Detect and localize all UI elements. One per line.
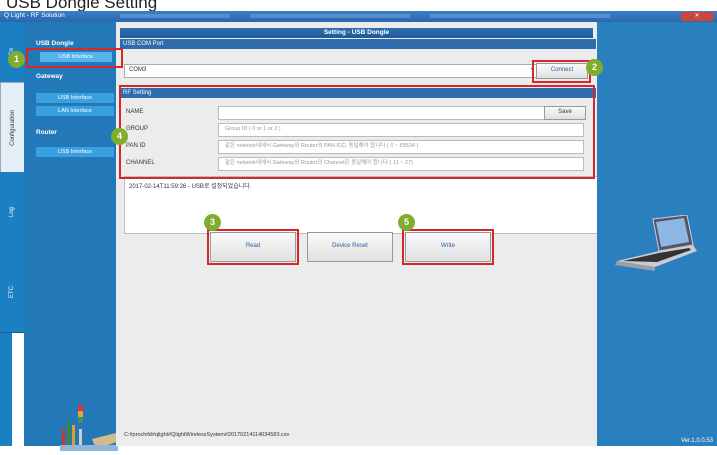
tab-label: Configuration [10,110,16,146]
version-label: Ver.1.0.0.53 [680,438,713,444]
com-port-value: COM3 [129,67,147,73]
signal-tower-picture [60,405,120,451]
com-port-select[interactable]: COM3 ▾ [124,64,538,78]
close-icon: ✕ [694,13,700,19]
tab-label: Log [9,206,15,218]
sidebar-group-gateway: Gateway [36,73,63,80]
log-line: 2017-02-14T11:59:26 - USB로 설정되었습니다. [129,184,252,190]
window-titlebar: Q Light - RF Solution ✕ [0,11,717,22]
titlebar-decoration [430,14,610,18]
tab-configuration[interactable]: Configuration [0,82,26,174]
sidebar-group-usb-dongle: USB Dongle [36,40,74,47]
callout-badge-2: 2 [586,59,603,76]
titlebar-decoration [120,14,230,18]
status-file-path: C:#prochild#qlight#QlightWirelessSystem#… [124,432,290,438]
tab-etc[interactable]: ETC [0,252,24,333]
callout-badge-3: 3 [204,214,221,231]
device-reset-button[interactable]: Device Reset [307,232,393,262]
highlight-usb-interface [26,48,123,68]
sidebar-group-router: Router [36,129,57,136]
tab-label: ETC [9,286,15,298]
sidebar-item-gateway-lan-interface[interactable]: LAN Interface [36,106,114,116]
titlebar-decoration [250,14,410,18]
right-panel: Ver.1.0.0.53 [597,22,717,446]
callout-badge-4: 4 [111,128,128,145]
close-button[interactable]: ✕ [681,12,713,21]
document-heading: USB Dongle Setting [6,0,158,12]
tab-log[interactable]: Log [0,172,24,253]
laptop-picture [615,215,697,271]
window-title: Q Light - RF Solution [4,12,65,19]
com-port-section-header: USB COM Port [120,39,596,49]
highlight-write [402,229,494,265]
highlight-connect [532,60,591,83]
sidebar-item-router-usb-interface[interactable]: USB Interface [36,147,114,157]
sidebar: USB Dongle USB Interface Gateway USB Int… [24,22,120,451]
page-title: Setting - USB Dongle [120,28,593,38]
sidebar-item-gateway-usb-interface[interactable]: USB Interface [36,93,114,103]
highlight-read [207,229,299,265]
callout-badge-5: 5 [398,214,415,231]
callout-badge-1: 1 [8,51,25,68]
log-output: 2017-02-14T11:59:26 - USB로 설정되었습니다. [124,176,600,234]
highlight-rf-setting [119,85,595,179]
